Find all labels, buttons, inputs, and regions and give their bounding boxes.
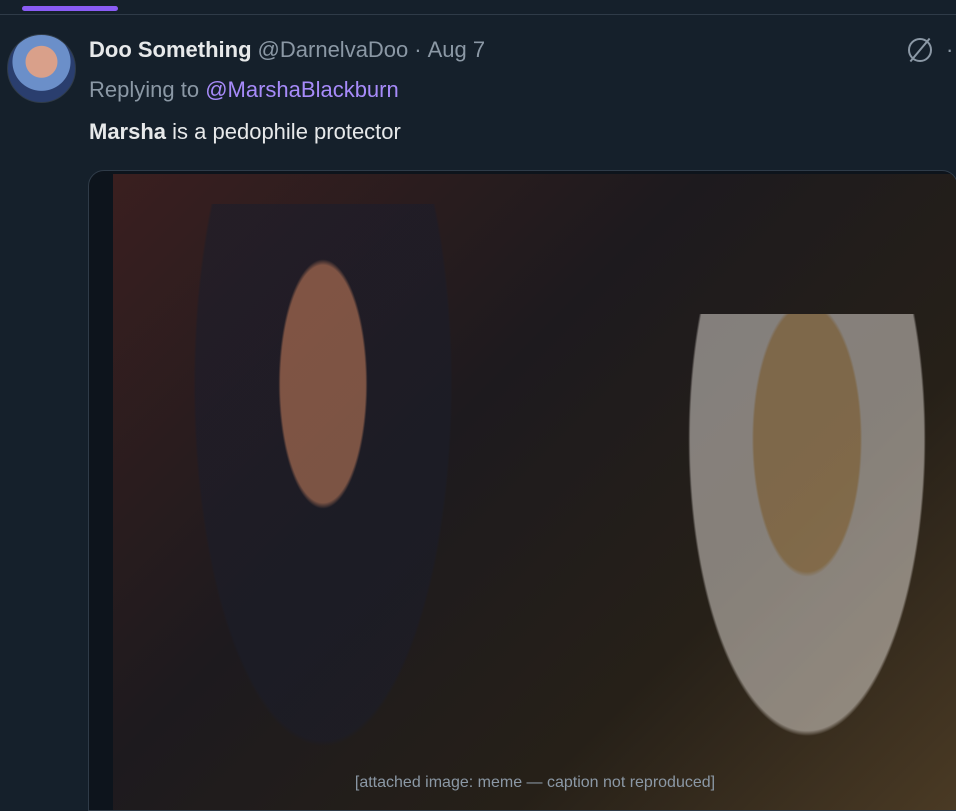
display-name[interactable]: Doo Something <box>89 37 252 63</box>
more-icon[interactable]: ··· <box>946 37 956 63</box>
tweet[interactable]: Doo Something @DarnelvaDoo · Aug 7 ··· R… <box>0 15 956 811</box>
media-photo <box>113 174 956 810</box>
grok-icon[interactable] <box>908 38 932 62</box>
reply-prefix: Replying to <box>89 77 200 102</box>
media-placeholder-note: [attached image: meme — caption not repr… <box>354 774 716 791</box>
tweet-header: Doo Something @DarnelvaDoo · Aug 7 <box>89 37 485 63</box>
post-text: Marsha is a pedophile protector <box>89 119 401 145</box>
avatar[interactable] <box>7 34 76 103</box>
tab-strip <box>0 0 956 15</box>
handle[interactable]: @DarnelvaDoo <box>258 37 409 63</box>
separator: · <box>414 37 422 62</box>
reply-context: Replying to @MarshaBlackburn <box>89 77 399 103</box>
timestamp[interactable]: Aug 7 <box>428 37 486 63</box>
tweet-actions: ··· <box>908 37 956 63</box>
active-tab-indicator <box>22 6 118 11</box>
tweet-media[interactable]: [attached image: meme — caption not repr… <box>88 170 956 811</box>
post-text-bold[interactable]: Marsha <box>89 119 166 144</box>
post-text-rest: is a pedophile protector <box>166 119 401 144</box>
reply-to-link[interactable]: @MarshaBlackburn <box>205 77 399 102</box>
